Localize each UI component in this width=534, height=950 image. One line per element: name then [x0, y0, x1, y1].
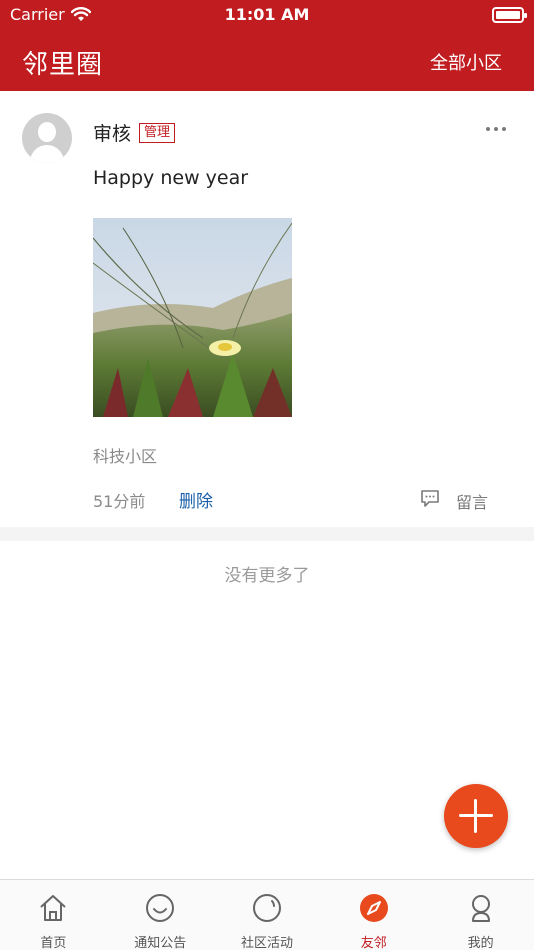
- tab-me-label: 我的: [467, 936, 494, 950]
- tab-home-label: 首页: [40, 936, 67, 950]
- post-text: Happy new year: [93, 167, 249, 189]
- nav-bar: 邻里圈 全部小区: [0, 30, 534, 91]
- page-title: 邻里圈: [22, 50, 104, 80]
- tab-bar: 首页 通知公告 社区活动 友邻 我的: [0, 879, 534, 950]
- tab-notices[interactable]: 通知公告: [107, 880, 214, 950]
- post-card: 审核 管理 Happy new year 科技小区 51分前 删除 留言: [0, 91, 534, 527]
- refresh-circle-icon: [252, 894, 281, 922]
- post-image[interactable]: [93, 218, 292, 417]
- comment-icon[interactable]: [420, 488, 440, 508]
- end-of-list-note: 没有更多了: [224, 566, 310, 586]
- compass-icon: [359, 894, 388, 922]
- community-label: 科技小区: [93, 447, 158, 466]
- home-icon: [40, 895, 67, 921]
- smile-icon: [146, 894, 175, 922]
- section-divider: [0, 527, 534, 541]
- avatar-body-shape: [30, 145, 64, 163]
- avatar[interactable]: [22, 113, 72, 163]
- admin-badge: 管理: [139, 122, 176, 143]
- author-row: 审核 管理: [93, 119, 176, 146]
- user-icon: [471, 895, 490, 922]
- all-communities-button[interactable]: 全部小区: [430, 49, 502, 75]
- author-name[interactable]: 审核: [93, 119, 131, 146]
- tab-activities[interactable]: 社区活动: [214, 880, 321, 950]
- avatar-head-shape: [38, 122, 56, 142]
- add-post-button[interactable]: [444, 784, 508, 848]
- tab-neighbors[interactable]: 友邻: [320, 880, 427, 950]
- tab-neighbors-label: 友邻: [360, 936, 387, 950]
- status-bar: Carrier 11:01 AM: [0, 0, 534, 30]
- post-time: 51分前: [93, 492, 146, 511]
- status-time: 11:01 AM: [224, 5, 310, 24]
- delete-button[interactable]: 删除: [179, 487, 213, 512]
- more-options-icon[interactable]: [486, 127, 506, 131]
- battery-icon: [492, 7, 527, 23]
- comment-button[interactable]: 留言: [456, 489, 488, 513]
- post-photo-graphic: [93, 218, 292, 417]
- tab-notices-label: 通知公告: [134, 936, 187, 950]
- tab-home[interactable]: 首页: [0, 880, 107, 950]
- tab-activities-label: 社区活动: [240, 936, 293, 950]
- tab-me[interactable]: 我的: [427, 880, 534, 950]
